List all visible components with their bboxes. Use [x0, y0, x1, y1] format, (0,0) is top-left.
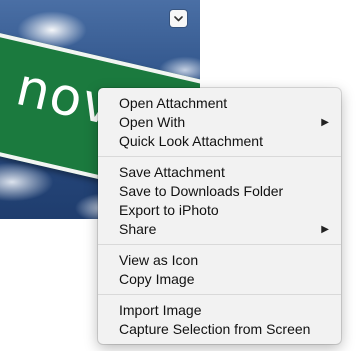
- menu-item-label: Copy Image: [119, 271, 195, 287]
- menu-item-quick-look-attachment[interactable]: Quick Look Attachment: [98, 132, 341, 151]
- menu-item-label: Import Image: [119, 302, 202, 318]
- context-menu: Open Attachment Open With ▶ Quick Look A…: [98, 88, 341, 344]
- submenu-arrow-icon: ▶: [321, 117, 329, 128]
- menu-item-label: Export to iPhoto: [119, 202, 219, 218]
- menu-item-export-to-iphoto[interactable]: Export to iPhoto: [98, 201, 341, 220]
- menu-item-save-attachment[interactable]: Save Attachment: [98, 163, 341, 182]
- menu-item-capture-selection[interactable]: Capture Selection from Screen: [98, 320, 341, 339]
- menu-item-label: Save Attachment: [119, 164, 225, 180]
- menu-item-label: Quick Look Attachment: [119, 133, 263, 149]
- menu-item-label: Save to Downloads Folder: [119, 183, 284, 199]
- menu-item-copy-image[interactable]: Copy Image: [98, 270, 341, 289]
- menu-item-label: View as Icon: [119, 252, 199, 268]
- submenu-arrow-icon: ▶: [321, 224, 329, 235]
- menu-separator: [98, 244, 341, 245]
- menu-item-label: Open Attachment: [119, 95, 228, 111]
- menu-item-save-to-downloads[interactable]: Save to Downloads Folder: [98, 182, 341, 201]
- menu-item-view-as-icon[interactable]: View as Icon: [98, 251, 341, 270]
- menu-item-label: Open With: [119, 114, 186, 130]
- menu-separator: [98, 294, 341, 295]
- menu-item-label: Capture Selection from Screen: [119, 321, 311, 337]
- chevron-down-icon: [174, 15, 183, 21]
- menu-item-import-image[interactable]: Import Image: [98, 301, 341, 320]
- menu-item-label: Share: [119, 221, 157, 237]
- menu-item-open-with[interactable]: Open With ▶: [98, 113, 341, 132]
- menu-item-open-attachment[interactable]: Open Attachment: [98, 94, 341, 113]
- attachment-options-button[interactable]: [170, 10, 187, 27]
- menu-separator: [98, 156, 341, 157]
- menu-item-share[interactable]: Share ▶: [98, 220, 341, 239]
